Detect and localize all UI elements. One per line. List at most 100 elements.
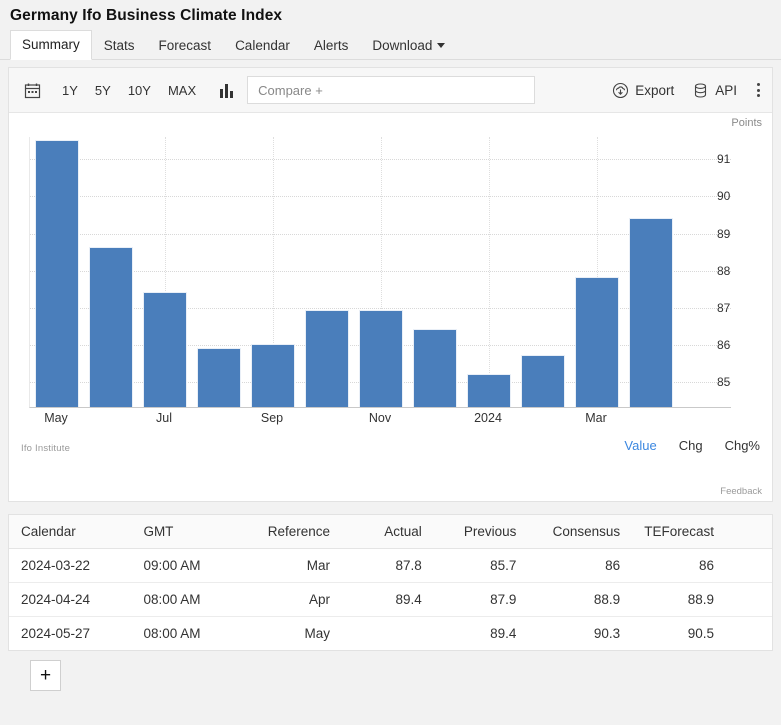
range-1y[interactable]: 1Y — [55, 80, 85, 101]
chart-unit-label: Points — [731, 117, 762, 129]
tab-alerts[interactable]: Alerts — [302, 31, 361, 60]
chart-plot-area: Points 85 86 87 88 89 90 91 May Jul Sep Nov 2024 Ma… — [9, 113, 772, 501]
cell-consensus: 90.3 — [593, 626, 621, 641]
tab-label: Stats — [103, 38, 135, 53]
range-5y[interactable]: 5Y — [88, 80, 118, 101]
api-label: API — [715, 82, 737, 98]
x-axis-tick: Mar — [585, 411, 607, 425]
tab-summary[interactable]: Summary — [10, 30, 92, 60]
tab-label: Download — [372, 38, 433, 53]
toolbar-actions: Export API — [594, 82, 762, 99]
cloud-download-icon — [613, 82, 629, 98]
chart-bar[interactable] — [304, 310, 350, 407]
col-teforecast: TEForecast — [632, 515, 772, 549]
chevron-down-icon — [437, 43, 446, 48]
y-axis-tick: 87 — [717, 300, 731, 315]
cell-teforecast: 90.5 — [687, 626, 714, 641]
cell-teforecast: 88.9 — [632, 582, 772, 617]
chart-legend: Value Chg Chg% — [602, 438, 760, 453]
chart-bar[interactable] — [88, 247, 134, 407]
calendar-table-card: Calendar GMT Reference Actual Previous C… — [8, 514, 773, 651]
col-gmt: GMT — [131, 515, 234, 549]
tab-forecast[interactable]: Forecast — [147, 31, 224, 60]
table-row[interactable]: 2024-03-22 09:00 AM Mar 87.8 85.7 86 86 — [9, 548, 772, 583]
cell-actual — [342, 617, 434, 651]
add-button[interactable]: + — [30, 660, 61, 691]
col-calendar: Calendar — [9, 515, 132, 549]
x-axis-tick: May — [44, 411, 68, 425]
chart-bar[interactable] — [574, 277, 620, 407]
legend-chgpct[interactable]: Chg% — [725, 438, 760, 453]
chart-bar[interactable] — [196, 347, 242, 407]
tab-label: Summary — [22, 37, 80, 52]
chart-canvas — [29, 137, 731, 408]
calendar-icon[interactable] — [19, 77, 45, 103]
chart-bar[interactable] — [466, 373, 512, 407]
compare-input[interactable]: Compare + — [247, 76, 536, 104]
tab-stats[interactable]: Stats — [92, 31, 147, 60]
chart-bar[interactable] — [412, 329, 458, 407]
legend-value[interactable]: Value — [624, 438, 656, 453]
cell-previous: 87.9 — [433, 582, 529, 617]
cell-actual: 87.8 — [342, 548, 434, 583]
cell-reference: Apr — [233, 582, 342, 617]
page-title: Germany Ifo Business Climate Index — [10, 7, 283, 24]
kebab-menu-icon[interactable] — [757, 83, 760, 97]
database-icon — [695, 82, 707, 98]
y-axis-tick: 90 — [717, 189, 731, 204]
tab-download[interactable]: Download — [360, 31, 457, 60]
export-button[interactable]: Export — [612, 82, 674, 99]
cell-calendar: 2024-03-22 — [9, 548, 132, 583]
y-axis-tick: 89 — [717, 226, 731, 241]
table-body: 2024-03-22 09:00 AM Mar 87.8 85.7 86 86 2024-04… — [9, 548, 772, 651]
feedback-link[interactable]: Feedback — [720, 486, 762, 497]
chart-bar[interactable] — [628, 217, 674, 407]
cell-consensus: 88.9 — [528, 582, 633, 617]
cell-previous: 85.7 — [433, 548, 529, 583]
tab-label: Alerts — [313, 38, 349, 53]
cell-previous: 89.4 — [490, 626, 517, 641]
cell-calendar: 2024-05-27 — [21, 626, 91, 641]
cell-calendar: 2024-04-24 — [9, 582, 132, 617]
cell-gmt: 09:00 AM — [131, 548, 234, 583]
cell-gmt: 08:00 AM — [131, 582, 234, 617]
tab-calendar[interactable]: Calendar — [223, 31, 302, 60]
chart-bar[interactable] — [142, 291, 188, 407]
x-axis-tick: Jul — [156, 411, 172, 425]
x-axis-tick: Sep — [260, 411, 284, 425]
chart-bar[interactable] — [34, 139, 80, 407]
cell-reference: Mar — [233, 548, 342, 583]
tab-label: Forecast — [158, 38, 212, 53]
chart-x-axis: May Jul Sep Nov 2024 Mar — [29, 411, 731, 431]
cell-teforecast: 86 — [632, 548, 772, 583]
y-axis-tick: 88 — [717, 263, 731, 278]
range-max[interactable]: MAX — [161, 80, 203, 101]
x-axis-tick: 2024 — [474, 411, 502, 425]
page-root: Germany Ifo Business Climate Index Summa… — [0, 0, 781, 725]
tab-bar: Summary Stats Forecast Calendar Alerts Downlo… — [0, 30, 781, 60]
cell-reference: May — [304, 626, 330, 641]
table-row[interactable]: 2024-04-24 08:00 AM Apr 89.4 87.9 88.9 88.9 — [9, 582, 772, 617]
table-row[interactable]: 2024-05-27 08:00 AM May 89.4 90.3 90.5 — [9, 617, 772, 651]
col-consensus: Consensus — [528, 515, 633, 549]
range-10y[interactable]: 10Y — [121, 80, 158, 101]
chart-source: Ifo Institute — [21, 443, 71, 454]
bar-chart-icon[interactable] — [220, 82, 234, 98]
legend-chg[interactable]: Chg — [679, 438, 703, 453]
table-header-row: Calendar GMT Reference Actual Previous C… — [9, 515, 772, 549]
x-axis-tick: Nov — [368, 411, 392, 425]
col-actual: Actual — [342, 515, 434, 549]
chart-bars[interactable] — [30, 137, 731, 407]
chart-bar[interactable] — [250, 343, 296, 407]
y-axis-tick: 86 — [717, 337, 731, 352]
api-button[interactable]: API — [692, 82, 737, 99]
cell-actual: 89.4 — [342, 582, 434, 617]
tab-label: Calendar — [235, 38, 290, 53]
chart-bar[interactable] — [520, 355, 566, 407]
chart-bar[interactable] — [358, 310, 404, 407]
chart-toolbar: 1Y 5Y 10Y MAX Compare + Export API — [9, 68, 772, 113]
cell-gmt: 08:00 AM — [143, 626, 201, 641]
y-axis-tick: 85 — [717, 375, 731, 389]
add-row-bar: + — [8, 651, 773, 691]
cell-consensus: 86 — [528, 548, 633, 583]
